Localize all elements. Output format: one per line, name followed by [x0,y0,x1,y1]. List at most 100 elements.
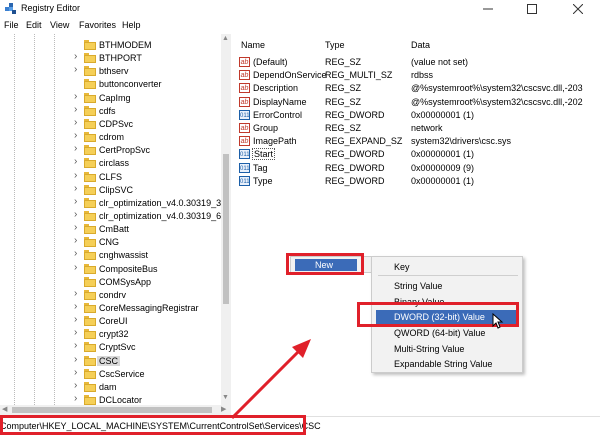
scroll-left-icon[interactable]: ◀ [2,405,7,413]
tree-item-label: CapImg [99,92,131,103]
value-row[interactable]: ab Group REG_SZ network [233,122,600,135]
scroll-thumb[interactable] [12,407,212,413]
list-header: Name Type Data [233,40,600,52]
value-name: Type [253,175,273,186]
scroll-down-icon[interactable]: ▼ [222,394,229,401]
close-button[interactable] [556,0,600,17]
folder-icon [84,250,96,261]
folder-icon [84,381,96,392]
submenu-item-string-value[interactable]: String Value [394,281,442,291]
value-type: REG_DWORD [325,109,385,120]
folder-icon [84,66,96,77]
chevron-right-icon[interactable]: › [74,64,77,75]
string-value-icon: ab [239,96,250,107]
tree-item-label: dam [99,381,117,392]
tree-item-label: CompositeBus [99,263,158,274]
value-data: network [411,123,443,133]
menu-edit[interactable]: Edit [26,20,42,30]
chevron-right-icon[interactable]: › [74,354,77,365]
chevron-right-icon[interactable]: › [74,196,77,207]
folder-icon [84,197,96,208]
string-value-icon: ab [239,57,250,67]
menu-view[interactable]: View [50,20,69,30]
value-type: REG_SZ [325,57,362,67]
scroll-up-icon[interactable]: ▲ [222,35,229,42]
tree-vertical-scrollbar[interactable]: ▲ ▼ [221,34,231,405]
tree-item-label: CoreUI [99,316,128,327]
menu-file[interactable]: File [4,20,19,30]
key-tree-pane[interactable]: BTHMODEM › BTHPORT › bthserv buttonconverter ›… [0,34,231,405]
value-data: 0x00000001 (1) [411,109,475,120]
maximize-button[interactable] [510,0,554,17]
chevron-right-icon[interactable]: › [74,235,77,246]
folder-icon [84,132,96,143]
scroll-right-icon[interactable]: ▶ [221,405,226,413]
title-bar: Registry Editor [0,0,600,17]
chevron-right-icon[interactable]: › [74,104,77,115]
chevron-right-icon[interactable]: › [74,380,77,391]
tree-item-label: bthserv [99,66,129,77]
chevron-right-icon[interactable]: › [74,170,77,181]
value-row[interactable]: 011 Type REG_DWORD 0x00000001 (1) [233,175,600,188]
value-data: 0x00000009 (9) [411,162,475,173]
minimize-button[interactable] [466,0,510,17]
folder-icon [84,171,96,182]
submenu-item-multi-string-value[interactable]: Multi-String Value [394,344,464,354]
chevron-right-icon[interactable]: › [74,143,77,154]
chevron-right-icon[interactable]: › [74,262,77,273]
tree-item[interactable]: › DCLocator [0,393,221,405]
string-value-icon: ab [239,136,250,147]
value-row[interactable]: ab Description REG_SZ @%systemroot%\system3… [233,82,600,95]
submenu-item-expandable-string-value[interactable]: Expandable String Value [394,359,492,369]
chevron-right-icon[interactable]: › [74,393,77,404]
value-row[interactable]: ab DisplayName REG_SZ @%systemroot%\system3… [233,96,600,109]
folder-icon [84,79,96,90]
submenu-item-qword-value[interactable]: QWORD (64-bit) Value [394,328,485,338]
highlight-box-new [286,253,364,275]
tree-item-label: CSC [97,355,121,366]
menu-bar: File Edit View Favorites Help [0,17,600,33]
string-value-icon: ab [239,70,250,81]
submenu-item-key[interactable]: Key [394,262,410,272]
chevron-right-icon[interactable]: › [74,222,77,233]
tree-item-label: CryptSvc [99,342,136,353]
string-value-icon: ab [239,123,250,133]
value-type: REG_SZ [325,83,362,94]
chevron-right-icon[interactable]: › [74,130,77,141]
column-type-header[interactable]: Type [325,40,345,50]
value-row[interactable]: 011 Tag REG_DWORD 0x00000009 (9) [233,162,600,175]
chevron-right-icon[interactable]: › [74,314,77,325]
value-type: REG_DWORD [325,149,385,160]
menu-favorites[interactable]: Favorites [79,20,116,30]
tree-item-label: BTHPORT [99,53,142,64]
chevron-right-icon[interactable]: › [74,248,77,259]
value-type: REG_DWORD [325,162,385,173]
chevron-right-icon[interactable]: › [74,367,77,378]
column-data-header[interactable]: Data [411,40,430,50]
menu-separator [378,275,518,276]
chevron-right-icon[interactable]: › [74,156,77,167]
close-icon [573,3,583,14]
chevron-right-icon[interactable]: › [74,183,77,194]
chevron-right-icon[interactable]: › [74,117,77,128]
value-row[interactable]: 011 Start REG_DWORD 0x00000001 (1) [233,148,600,161]
chevron-right-icon[interactable]: › [74,327,77,338]
folder-icon [84,316,96,327]
chevron-right-icon[interactable]: › [74,301,77,312]
chevron-right-icon[interactable]: › [74,209,77,220]
chevron-right-icon[interactable]: › [74,91,77,102]
chevron-right-icon[interactable]: › [74,51,77,62]
chevron-right-icon[interactable]: › [74,288,77,299]
folder-icon [84,303,96,313]
chevron-right-icon[interactable]: › [74,340,77,351]
value-row[interactable]: ab DependOnService REG_MULTI_SZ rdbss [233,69,600,82]
value-row[interactable]: ab ImagePath REG_EXPAND_SZ system32\drivers… [233,135,600,148]
column-name-header[interactable]: Name [241,40,265,50]
scroll-thumb[interactable] [223,154,229,304]
value-row[interactable]: ab (Default) REG_SZ (value not set) [233,56,600,69]
string-value-icon: ab [239,83,250,94]
tree-horizontal-scrollbar[interactable]: ◀ ▶ [0,405,231,415]
menu-help[interactable]: Help [122,20,141,30]
binary-value-icon: 011 [239,149,250,160]
value-row[interactable]: 011 ErrorControl REG_DWORD 0x00000001 (1) [233,109,600,122]
